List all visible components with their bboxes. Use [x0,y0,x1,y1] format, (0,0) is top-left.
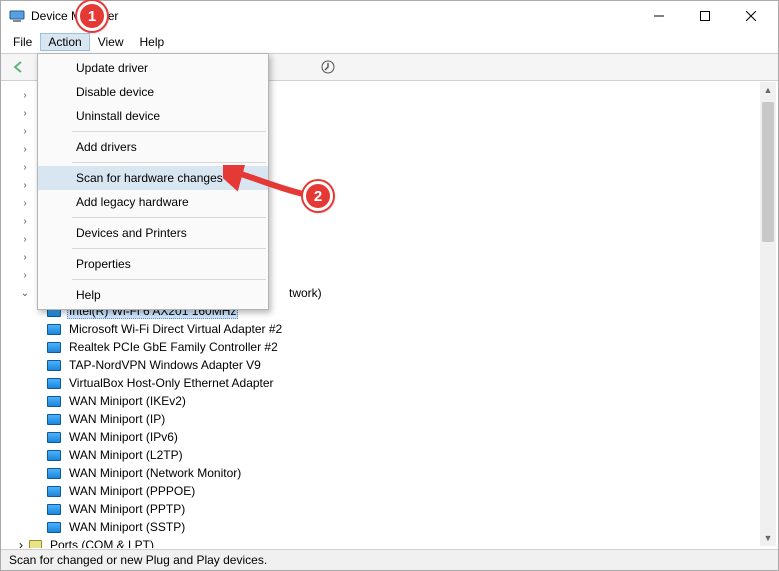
menu-disable-device[interactable]: Disable device [38,80,268,104]
scroll-up-button[interactable]: ▲ [760,82,776,98]
menu-help[interactable]: Help [132,33,173,51]
menu-separator [72,279,266,280]
network-adapter-icon [47,432,61,443]
network-adapter-icon [47,522,61,533]
chevron-right-icon: › [19,252,31,263]
ports-icon [29,540,42,549]
tree-item-network-adapter[interactable]: VirtualBox Host-Only Ethernet Adapter [47,374,778,392]
tree-node-label-partial: twork) [289,286,322,300]
annotation-arrow [223,165,313,205]
chevron-right-icon: › [19,234,31,245]
menu-separator [72,217,266,218]
network-adapter-icon [47,342,61,353]
tree-item-network-adapter[interactable]: WAN Miniport (SSTP) [47,518,778,536]
tree-item-label: WAN Miniport (Network Monitor) [67,466,243,480]
chevron-right-icon: › [19,144,31,155]
network-adapter-icon [47,468,61,479]
vertical-scrollbar[interactable]: ▲ ▼ [760,82,776,546]
tree-item-network-adapter[interactable]: WAN Miniport (IPv6) [47,428,778,446]
chevron-right-icon: › [19,538,23,548]
scroll-thumb[interactable] [762,102,774,242]
tree-item-network-adapter[interactable]: WAN Miniport (IKEv2) [47,392,778,410]
network-adapter-icon [47,486,61,497]
menu-separator [72,248,266,249]
chevron-right-icon: › [19,198,31,209]
tree-item-label: TAP-NordVPN Windows Adapter V9 [67,358,263,372]
scroll-down-button[interactable]: ▼ [760,530,776,546]
chevron-right-icon: › [19,90,31,101]
network-adapter-icon [47,324,61,335]
tree-item-network-adapter[interactable]: WAN Miniport (IP) [47,410,778,428]
close-button[interactable] [728,1,774,31]
tree-item-label: WAN Miniport (PPPOE) [67,484,197,498]
tree-item-network-adapter[interactable]: WAN Miniport (PPPOE) [47,482,778,500]
tree-item-network-adapter[interactable]: WAN Miniport (Network Monitor) [47,464,778,482]
menu-update-driver[interactable]: Update driver [38,56,268,80]
chevron-down-icon: ⌄ [19,288,31,299]
tree-item-label: WAN Miniport (IP) [67,412,167,426]
chevron-right-icon: › [19,180,31,191]
menu-add-drivers[interactable]: Add drivers [38,135,268,159]
network-adapter-icon [47,378,61,389]
tree-item-label: Microsoft Wi-Fi Direct Virtual Adapter #… [67,322,284,336]
menu-properties[interactable]: Properties [38,252,268,276]
chevron-right-icon: › [19,108,31,119]
chevron-right-icon: › [19,270,31,281]
menu-uninstall-device[interactable]: Uninstall device [38,104,268,128]
tree-item-label: VirtualBox Host-Only Ethernet Adapter [67,376,276,390]
tree-item-label: WAN Miniport (SSTP) [67,520,187,534]
tree-item-network-adapter[interactable]: TAP-NordVPN Windows Adapter V9 [47,356,778,374]
menu-file[interactable]: File [5,33,40,51]
app-icon [9,8,25,24]
tree-item-label: Realtek PCIe GbE Family Controller #2 [67,340,280,354]
annotation-callout-2: 2 [303,181,333,211]
network-adapter-icon [47,414,61,425]
network-adapter-icon [47,396,61,407]
menu-separator [72,131,266,132]
network-adapter-icon [47,360,61,371]
title-bar: Device Manager [1,1,778,31]
network-adapter-icon [47,504,61,515]
tree-node-ports[interactable]: › Ports (COM & LPT) [19,536,778,548]
network-adapter-icon [47,450,61,461]
tree-item-network-adapter[interactable]: Microsoft Wi-Fi Direct Virtual Adapter #… [47,320,778,338]
menu-action[interactable]: Action [40,33,89,51]
tree-item-label: WAN Miniport (IKEv2) [67,394,188,408]
tree-item-network-adapter[interactable]: Realtek PCIe GbE Family Controller #2 [47,338,778,356]
annotation-callout-1: 1 [77,1,107,31]
menu-separator [72,162,266,163]
chevron-right-icon: › [19,162,31,173]
tree-item-network-adapter[interactable]: WAN Miniport (PPTP) [47,500,778,518]
toolbar-icon[interactable] [316,56,340,78]
status-text: Scan for changed or new Plug and Play de… [9,553,267,567]
chevron-right-icon: › [19,126,31,137]
tree-item-label: WAN Miniport (L2TP) [67,448,185,462]
status-bar: Scan for changed or new Plug and Play de… [1,549,778,570]
menu-devices-and-printers[interactable]: Devices and Printers [38,221,268,245]
tree-item-label: WAN Miniport (IPv6) [67,430,180,444]
back-button[interactable] [7,56,31,78]
minimize-button[interactable] [636,1,682,31]
maximize-button[interactable] [682,1,728,31]
menu-view[interactable]: View [90,33,132,51]
menu-help-item[interactable]: Help [38,283,268,307]
menu-bar: File Action View Help [1,31,778,53]
tree-item-network-adapter[interactable]: WAN Miniport (L2TP) [47,446,778,464]
tree-node-label: Ports (COM & LPT) [48,538,156,548]
chevron-right-icon: › [19,216,31,227]
tree-item-label: WAN Miniport (PPTP) [67,502,187,516]
